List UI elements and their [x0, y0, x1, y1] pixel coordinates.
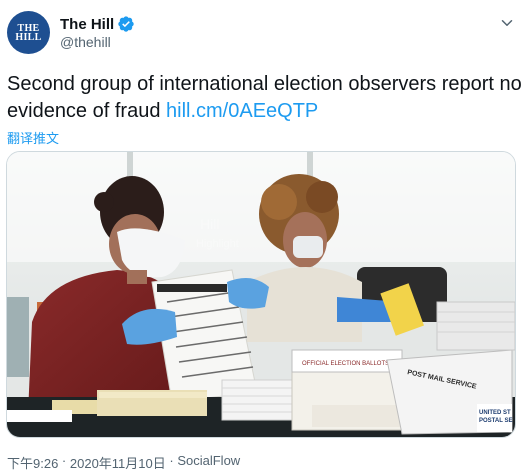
tweet-meta: 下午9:26 · 2020年11月10日 · SocialFlow [7, 453, 240, 472]
left-equipment [7, 297, 29, 377]
author-handle[interactable]: @thehill [60, 34, 111, 50]
meta-separator-2: · [165, 453, 178, 468]
tweet-link[interactable]: hill.cm/0AEeQTP [166, 100, 318, 122]
meta-separator-1: · [58, 453, 70, 468]
right-glove [227, 278, 269, 309]
svg-text:OFFICIAL ELECTION BALLOTS: OFFICIAL ELECTION BALLOTS [302, 361, 389, 367]
verified-badge-icon [118, 16, 134, 32]
svg-text:Hill: Hill [200, 216, 219, 232]
svg-text:UNITED ST: UNITED ST [479, 410, 511, 416]
usps-tray: POST MAIL SERVICE UNITED ST POSTAL SE [386, 349, 513, 435]
envelope-stack-right [436, 301, 515, 351]
translate-tweet-link[interactable]: 翻译推文 [7, 128, 59, 147]
avatar-logo-text: THE HILL [15, 22, 42, 43]
author-display-name[interactable]: The Hill [60, 16, 114, 33]
photo-illustration: OFFICIAL ELECTION BALLOTS POST MAIL SERV… [7, 152, 515, 437]
tweet-time[interactable]: 下午9:26 [7, 453, 58, 472]
tweet-photo[interactable]: OFFICIAL ELECTION BALLOTS POST MAIL SERV… [6, 151, 516, 438]
more-options-caret-icon[interactable] [498, 14, 516, 32]
svg-text:POSTAL SE: POSTAL SE [479, 418, 512, 424]
mail-box-left: OFFICIAL ELECTION BALLOTS [291, 349, 403, 373]
tweet-source[interactable]: SocialFlow [177, 453, 240, 472]
svg-text:Highlight: Highlight [196, 238, 239, 250]
tweet-date[interactable]: 2020年11月10日 [70, 453, 166, 472]
author-name-row: The Hill [60, 14, 135, 34]
tweet-text: Second group of international election o… [7, 71, 522, 125]
avatar[interactable]: THE HILL [7, 11, 50, 54]
